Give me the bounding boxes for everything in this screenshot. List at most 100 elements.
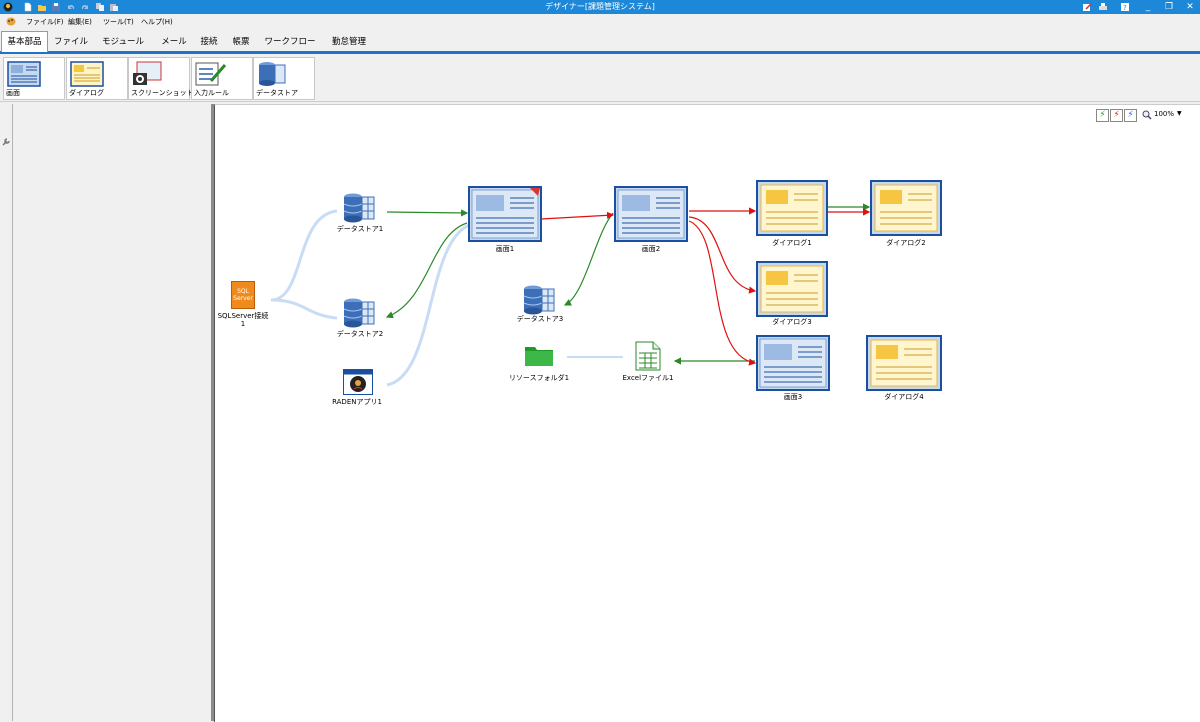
copy-icon[interactable] <box>95 2 105 12</box>
node-screen2[interactable] <box>614 186 688 242</box>
palette-screenshot-label: スクリーンショット <box>131 89 194 97</box>
label-datastore1: データストア1 <box>336 225 384 233</box>
menu-bar: ファイル(F) 編集(E) ツール(T) ヘルプ(H) <box>0 14 1200 29</box>
menu-edit[interactable]: 編集(E) <box>68 17 92 27</box>
app-menu-icon[interactable] <box>6 17 16 26</box>
node-screen1[interactable] <box>468 186 542 242</box>
print-icon[interactable] <box>1098 2 1108 12</box>
folder-icon <box>525 347 553 366</box>
dialog-node-icon <box>866 335 942 391</box>
tab-mail[interactable]: メール <box>156 33 192 51</box>
screen-node-icon <box>614 186 688 242</box>
node-excel-file[interactable] <box>635 341 661 371</box>
link-raden-screen1 <box>386 223 470 387</box>
title-bar: デザイナー[課題管理システム] ? _ ❐ ✕ <box>0 0 1200 14</box>
tab-attendance[interactable]: 勤怠管理 <box>328 33 370 51</box>
tab-basic-parts[interactable]: 基本部品 <box>1 31 48 52</box>
node-sqlserver[interactable]: SQL Server <box>231 281 257 311</box>
window-title: デザイナー[課題管理システム] <box>545 2 655 11</box>
label-excel-file: Excelファイル1 <box>622 374 674 382</box>
parts-palette: 画面 ダイアログ スクリーンショット 入力ルール データストア <box>0 54 1200 102</box>
app-logo-icon <box>3 2 13 12</box>
label-dialog3: ダイアログ3 <box>772 318 812 326</box>
property-panel <box>13 104 212 721</box>
edit-icon[interactable] <box>1082 2 1092 12</box>
screen-node-icon <box>756 335 830 391</box>
label-dialog2: ダイアログ2 <box>886 239 926 247</box>
tab-report[interactable]: 帳票 <box>229 33 253 51</box>
node-dialog2[interactable] <box>870 180 942 236</box>
link-screen1-screen2 <box>540 211 615 220</box>
undo-icon[interactable] <box>66 2 76 12</box>
palette-input-rule[interactable]: 入力ルール <box>191 57 253 100</box>
screen-icon <box>7 61 41 87</box>
datastore-icon <box>259 62 286 86</box>
link-sql-ds1 <box>270 209 338 302</box>
save-icon[interactable] <box>51 2 61 12</box>
link-ds1-screen1 <box>386 209 469 217</box>
link-screen2-ds3 <box>563 212 614 306</box>
tab-connection[interactable]: 接続 <box>197 33 221 51</box>
label-raden-app: RADENアプリ1 <box>332 398 382 406</box>
datastore-icon <box>343 298 375 328</box>
palette-datastore-label: データストア <box>256 89 298 97</box>
node-datastore2[interactable] <box>343 298 375 328</box>
link-screen2-screen3 <box>688 220 757 366</box>
menu-file[interactable]: ファイル(F) <box>26 17 64 27</box>
node-dialog4[interactable] <box>866 335 942 391</box>
design-canvas[interactable]: ⚡ ⚡ ⚡ 100% ▼ SQL Server SQLServer接続1 データ… <box>214 104 1200 722</box>
label-screen1: 画面1 <box>495 245 515 253</box>
node-screen3[interactable] <box>756 335 830 391</box>
label-screen3: 画面3 <box>783 393 803 401</box>
input-rule-icon <box>195 62 227 86</box>
palette-dialog-label: ダイアログ <box>69 89 104 97</box>
tab-bar: 基本部品 ファイル モジュール メール 接続 帳票 ワークフロー 勤怠管理 <box>0 29 1200 54</box>
menu-help[interactable]: ヘルプ(H) <box>141 17 173 27</box>
help-icon[interactable]: ? <box>1120 2 1130 12</box>
palette-screenshot[interactable]: スクリーンショット <box>128 57 194 100</box>
tab-workflow[interactable]: ワークフロー <box>262 33 318 51</box>
open-folder-icon[interactable] <box>37 2 47 12</box>
raden-app-icon <box>343 369 373 395</box>
node-resource-folder[interactable] <box>524 343 554 367</box>
excel-file-icon <box>635 341 661 371</box>
label-dialog1: ダイアログ1 <box>772 239 812 247</box>
datastore-icon <box>523 285 555 315</box>
restore-button[interactable]: ❐ <box>1158 0 1180 14</box>
redo-icon[interactable] <box>80 2 90 12</box>
label-resource-folder: リソースフォルダ1 <box>508 374 570 382</box>
camera-icon <box>133 61 162 85</box>
label-dialog4: ダイアログ4 <box>884 393 924 401</box>
screen-node-icon <box>468 186 542 242</box>
dialog-icon <box>70 61 104 87</box>
dialog-node-icon <box>756 180 828 236</box>
dialog-node-icon <box>756 261 828 317</box>
label-screen2: 画面2 <box>641 245 661 253</box>
tab-module[interactable]: モジュール <box>98 33 148 51</box>
label-datastore3: データストア3 <box>516 315 564 323</box>
tab-file[interactable]: ファイル <box>52 33 90 51</box>
label-sqlserver: SQLServer接続1 <box>217 312 269 328</box>
sqlserver-icon: SQL Server <box>231 281 255 309</box>
wrench-icon[interactable] <box>1 137 11 147</box>
new-file-icon[interactable] <box>23 2 33 12</box>
palette-dialog[interactable]: ダイアログ <box>66 57 128 100</box>
menu-tools[interactable]: ツール(T) <box>103 17 134 27</box>
node-raden-app[interactable] <box>343 369 373 395</box>
svg-text:?: ? <box>1123 4 1127 12</box>
label-datastore2: データストア2 <box>336 330 384 338</box>
node-datastore1[interactable] <box>343 193 375 223</box>
side-toolstrip <box>0 104 13 721</box>
node-datastore3[interactable] <box>523 285 555 315</box>
minimize-button[interactable]: _ <box>1137 0 1159 14</box>
link-sql-ds2 <box>270 298 338 320</box>
palette-datastore[interactable]: データストア <box>253 57 315 100</box>
paste-icon[interactable] <box>109 2 119 12</box>
link-screen2-dialog3 <box>688 216 757 294</box>
palette-screen[interactable]: 画面 <box>3 57 65 100</box>
node-dialog1[interactable] <box>756 180 828 236</box>
node-dialog3[interactable] <box>756 261 828 317</box>
close-button[interactable]: ✕ <box>1179 0 1200 14</box>
dialog-node-icon <box>870 180 942 236</box>
palette-input-rule-label: 入力ルール <box>194 89 229 97</box>
